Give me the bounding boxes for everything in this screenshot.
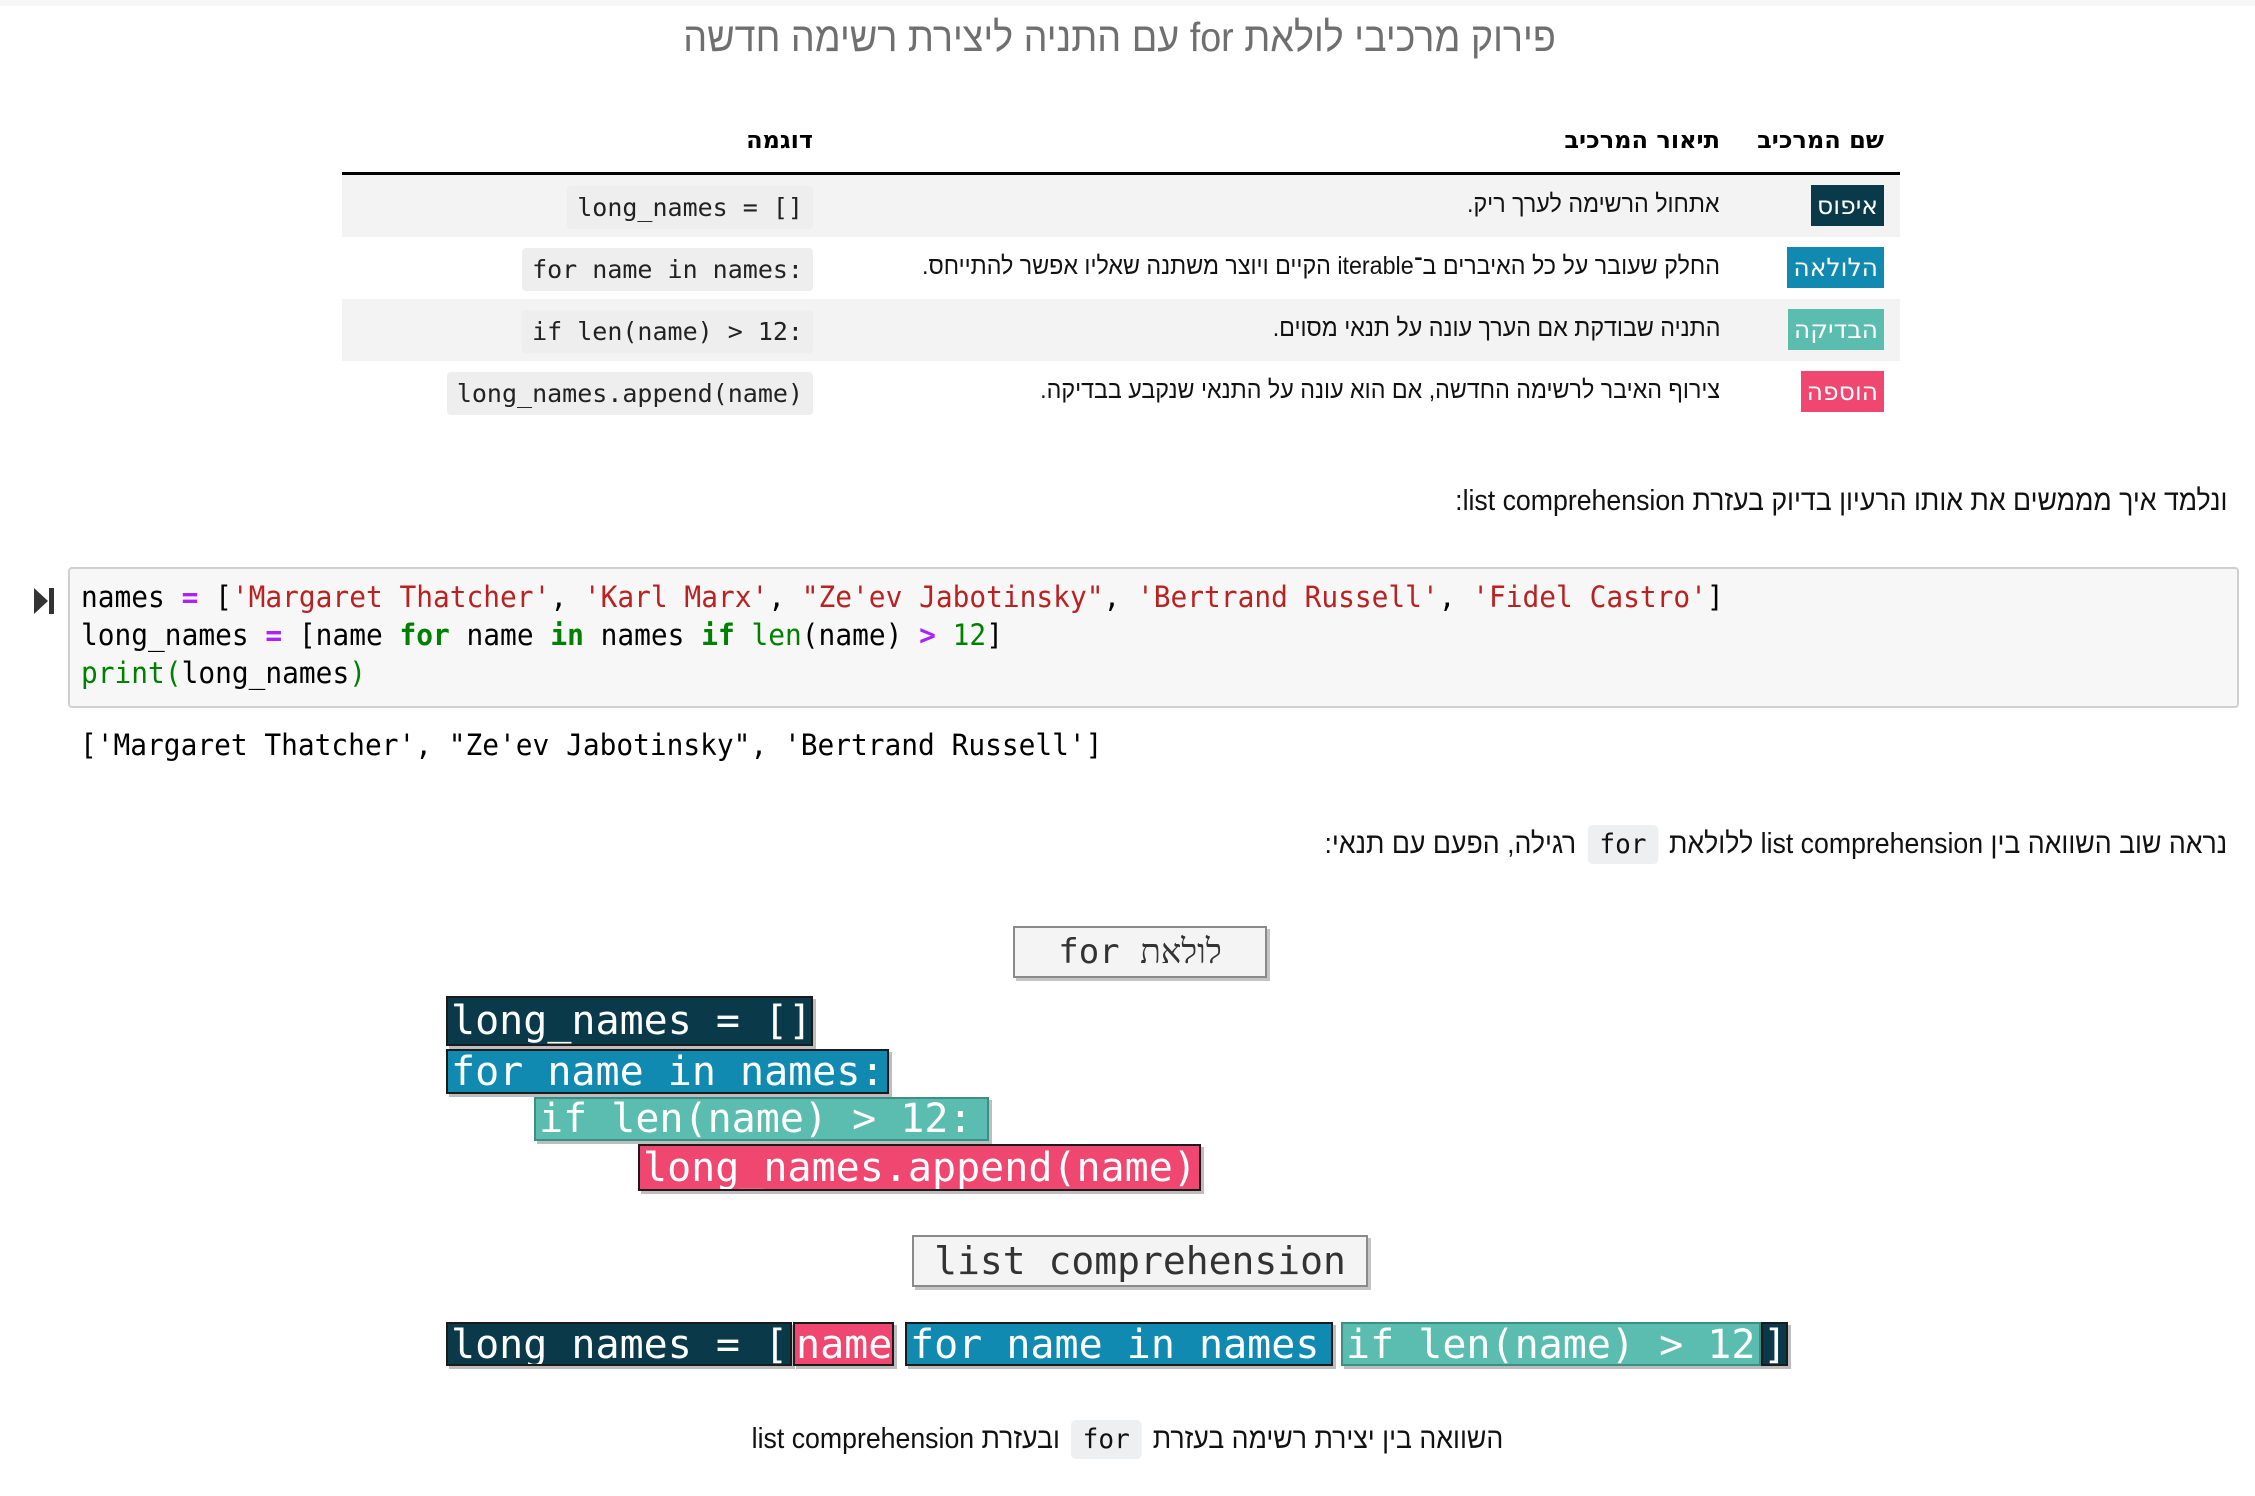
top-strip <box>0 0 2255 6</box>
code-cell-output: ['Margaret Thatcher', "Ze'ev Jabotinsky"… <box>80 728 1103 762</box>
row-description: התניה שבודקת אם הערך עונה על תנאי מסוים. <box>1272 314 1720 342</box>
code-token: 'Bertrand Russell' <box>1137 580 1439 614</box>
page-title: פירוק מרכיבי לולאת for עם התניה ליצירת ר… <box>90 14 2165 61</box>
for-line-append: long_names.append(name) <box>638 1144 1201 1191</box>
code-token: names <box>583 618 702 652</box>
badge-check: הבדיקה <box>1787 309 1884 350</box>
code-token: for <box>399 618 450 652</box>
for-line-init: long_names = [] <box>446 996 813 1046</box>
code-token: ] <box>986 618 1003 652</box>
lc-part-condition: if len(name) > 12 <box>1341 1322 1761 1366</box>
code-token: names <box>81 580 182 614</box>
page-title-text: פירוק מרכיבי לולאת for עם התניה ליצירת ר… <box>683 14 1556 60</box>
lc-part-assign: long_names = [ <box>446 1322 792 1366</box>
caption-inline-code-for: for <box>1071 1420 1142 1459</box>
code-token: ) <box>349 656 366 690</box>
header-name: שם המרכיב <box>1757 126 1884 154</box>
table-row: הלולאה החלק שעובר על כל האיברים ב־iterab… <box>342 237 1900 299</box>
caption-text-before: השוואה בין יצירת רשימה בעזרת <box>1152 1423 1504 1455</box>
code-token: (name) <box>801 618 920 652</box>
for-line-condition: if len(name) > 12: <box>534 1097 989 1141</box>
table-row: הוספה צירוף האיבר לרשימה החדשה, אם הוא ע… <box>342 361 1900 423</box>
code-token: , <box>1103 580 1137 614</box>
code-token: , <box>550 580 584 614</box>
code-token: [name <box>282 618 400 652</box>
code-token: long_names <box>181 656 350 690</box>
run-cell-icon[interactable] <box>34 587 56 615</box>
code-token: [ <box>198 580 232 614</box>
caption-inner: השוואה בין יצירת רשימה בעזרת for ובעזרת … <box>751 1420 1504 1459</box>
code-token: name <box>449 618 551 652</box>
code-token: 'Fidel Castro' <box>1472 580 1707 614</box>
badge-loop: הלולאה <box>1787 247 1884 288</box>
lc-part-close-bracket: ] <box>1761 1322 1788 1366</box>
code-token: 'Margaret Thatcher' <box>231 580 551 614</box>
lc-part-expression: name <box>793 1322 894 1366</box>
table-header: שם המרכיב תיאור המרכיב דוגמה <box>342 118 1900 175</box>
code-token: print <box>81 656 165 690</box>
compare-text-after: רגילה, הפעם עם תנאי: <box>1324 828 1576 860</box>
badge-init: איפוס <box>1811 185 1884 226</box>
row-description: אתחול הרשימה לערך ריק. <box>1467 190 1720 218</box>
code-token: , <box>768 580 802 614</box>
row-example-code: if len(name) > 12: <box>522 310 813 353</box>
badge-append: הוספה <box>1800 371 1884 412</box>
list-comprehension-label: list comprehension <box>912 1235 1368 1287</box>
code-token: 'Karl Marx' <box>583 580 769 614</box>
table-row: הבדיקה התניה שבודקת אם הערך עונה על תנאי… <box>342 299 1900 361</box>
code-line-1: names = ['Margaret Thatcher', 'Karl Marx… <box>81 580 1724 614</box>
code-token: len <box>751 618 802 652</box>
lc-part-loop: for name in names <box>905 1322 1333 1366</box>
code-token: in <box>550 618 584 652</box>
code-token: = <box>181 580 199 614</box>
code-token: "Ze'ev Jabotinsky" <box>801 580 1104 614</box>
code-token: ( <box>164 656 182 690</box>
code-cell-input[interactable]: names = ['Margaret Thatcher', 'Karl Marx… <box>68 567 2239 708</box>
code-token: = <box>265 618 283 652</box>
code-token: , <box>1438 580 1473 614</box>
row-description: צירוף האיבר לרשימה החדשה, אם הוא עונה על… <box>1040 376 1720 404</box>
row-example-code: for name in names: <box>522 248 813 291</box>
code-line-3: print(long_names) <box>81 656 366 690</box>
code-line-2: long_names = [name for name in names if … <box>81 618 1003 652</box>
header-description: תיאור המרכיב <box>1564 126 1720 154</box>
diagram-caption: השוואה בין יצירת רשימה בעזרת for ובעזרת … <box>0 1420 2255 1459</box>
header-example: דוגמה <box>746 126 813 154</box>
run-icon-glyph <box>34 588 54 614</box>
code-token: 12 <box>952 618 987 652</box>
code-token: if <box>701 618 735 652</box>
code-token: long_names <box>81 618 266 652</box>
row-example-code: long_names = [] <box>567 186 813 229</box>
components-table: שם המרכיב תיאור המרכיב דוגמה איפוס אתחול… <box>342 118 1900 423</box>
intro-paragraph: ונלמד איך מממשים את אותו הרעיון בדיוק בע… <box>1454 485 2227 517</box>
code-token: ] <box>1706 580 1724 614</box>
compare-text-before: נראה שוב השוואה בין list comprehension ל… <box>1668 828 2227 860</box>
caption-text-after: ובעזרת list comprehension <box>751 1423 1060 1455</box>
row-example-code: long_names.append(name) <box>446 372 813 415</box>
inline-code-for: for <box>1587 825 1658 864</box>
table-row: איפוס אתחול הרשימה לערך ריק. long_names … <box>342 175 1900 237</box>
for-loop-label: for לולאת <box>1013 926 1267 978</box>
code-token: > <box>919 618 936 652</box>
for-line-loop: for name in names: <box>446 1049 889 1094</box>
compare-paragraph: נראה שוב השוואה בין list comprehension ל… <box>1324 825 2227 864</box>
row-description: החלק שעובר על כל האיברים ב־iterable הקיי… <box>922 252 1720 280</box>
